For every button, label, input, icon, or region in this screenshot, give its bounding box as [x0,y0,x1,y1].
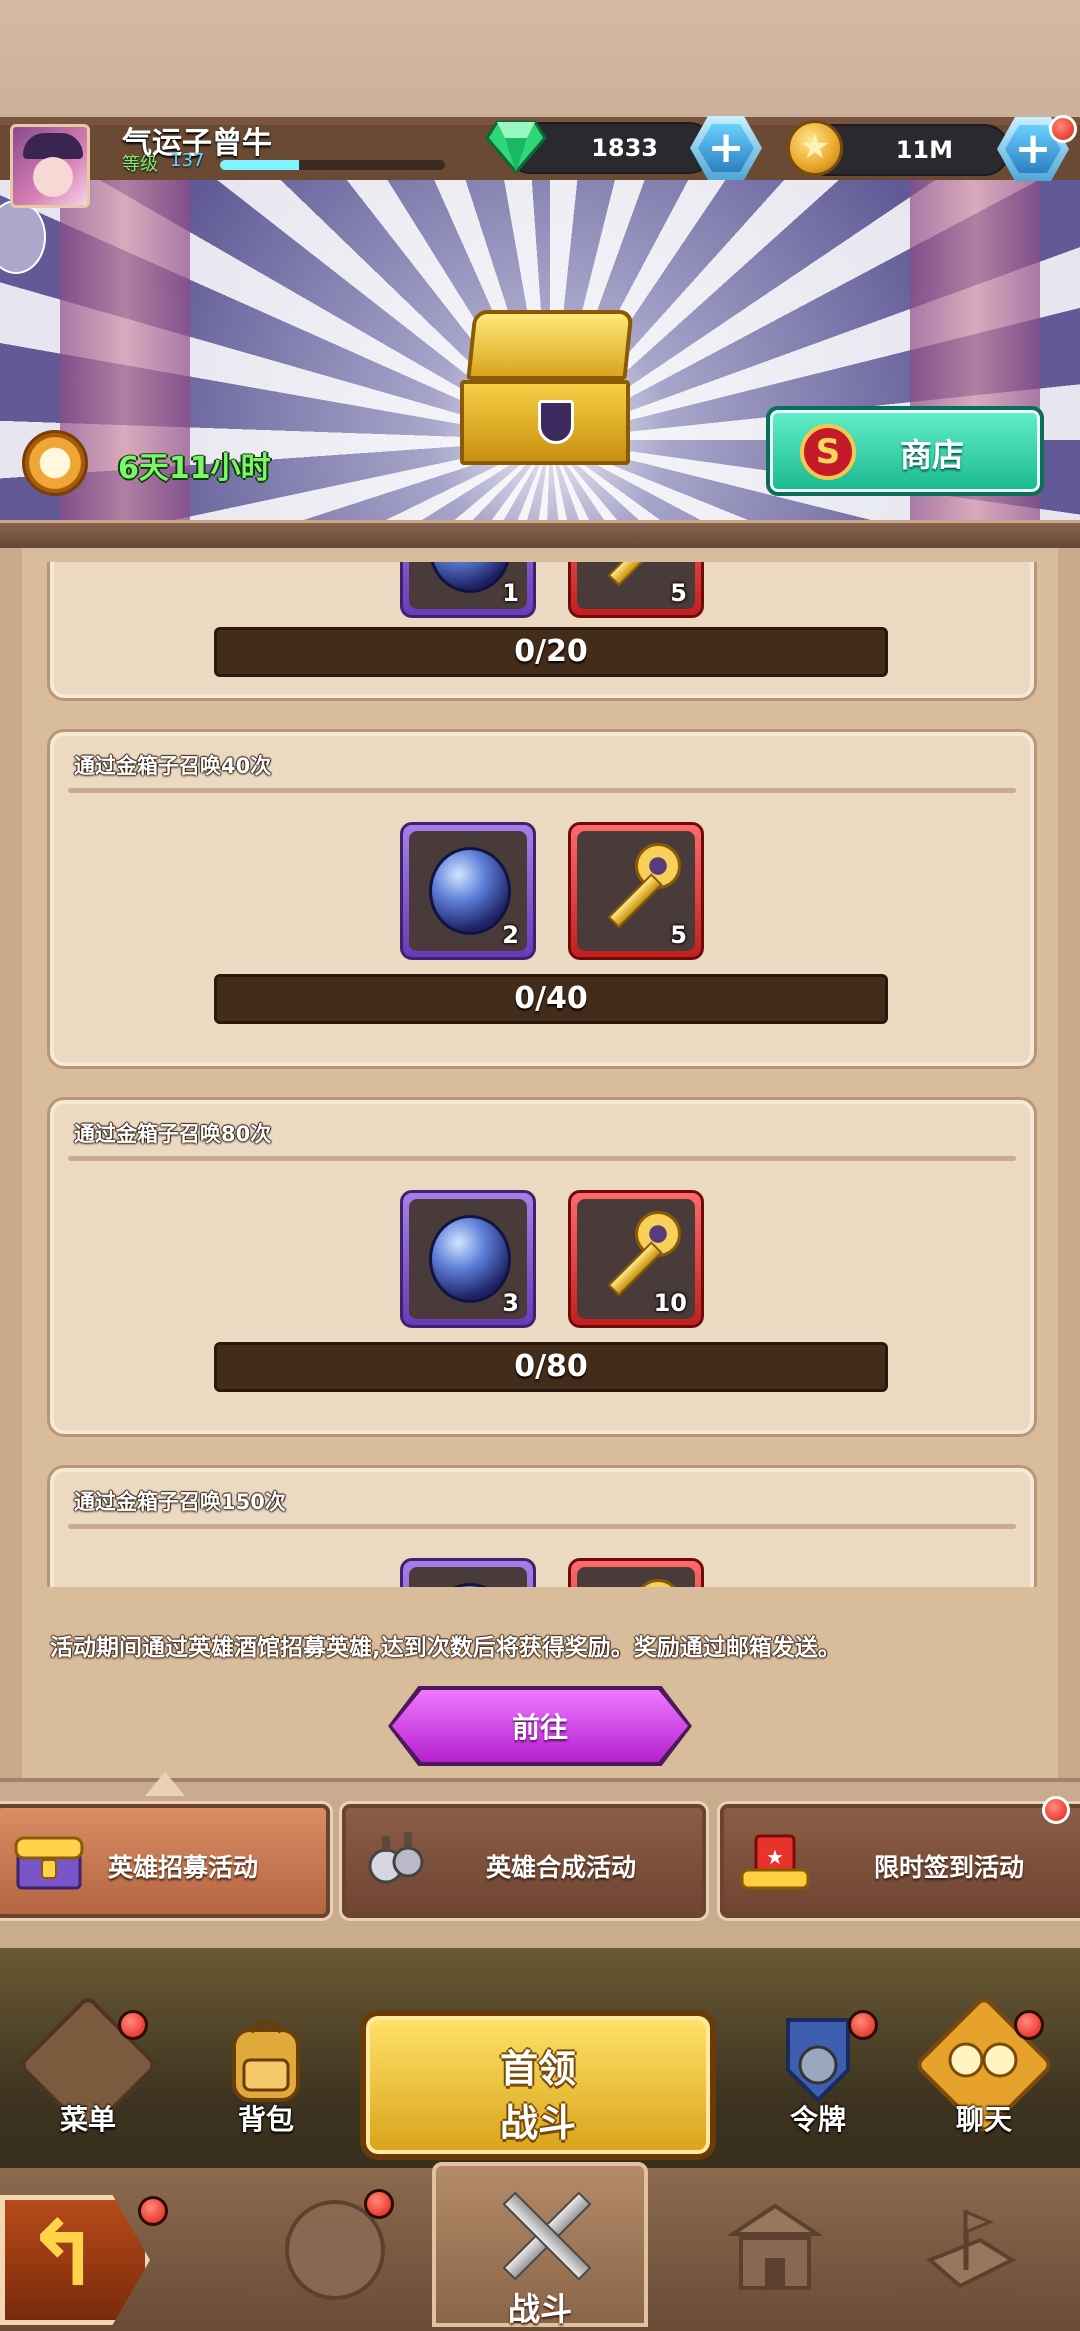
chat-icon [948,2042,1018,2078]
hero-fusion-icon [368,1832,424,1884]
moon-orb-icon [429,562,511,593]
nav-temple-button[interactable] [700,2185,840,2325]
divider [68,788,1016,793]
boss-label-line1: 首领 [499,2047,576,2091]
treasure-chest-icon [14,1836,84,1890]
gem-icon [485,120,547,174]
reward-moon-orb[interactable]: 2 [400,822,536,960]
reward-qty: 1 [502,579,519,607]
boss-battle-button[interactable]: 首领 战斗 [360,2010,716,2160]
task-title: 通过金箱子召唤40次 [74,754,272,778]
reward-golden-key[interactable]: 10 [568,1190,704,1328]
notification-dot [138,2196,168,2226]
notification-dot [1014,2010,1044,2040]
bag-button[interactable]: 背包 [206,2010,326,2136]
gold-chest-icon [460,310,640,470]
shop-icon: S [800,424,856,480]
moon-orb-icon [429,1583,511,1587]
reward-qty: 10 [653,1289,687,1317]
event-timer: 6天11小时 [118,451,271,486]
crossed-swords-icon [496,2186,592,2282]
gem-amount: 1833 [591,134,658,162]
moon-orb-icon [429,1215,511,1303]
task-card: 通过金箱子召唤150次 [50,1468,1034,1587]
temple-icon [726,2203,824,2290]
badge-label: 令牌 [789,2103,846,2136]
level-label: 等级 [122,154,158,175]
badge-button[interactable]: 令牌 [758,2010,878,2136]
bag-label: 背包 [237,2103,294,2136]
reward-qty: 3 [502,1289,519,1317]
reward-golden-key[interactable]: 5 [568,562,704,618]
reward-moon-orb[interactable] [400,1558,536,1587]
notification-dot [364,2189,394,2219]
task-progress: 0/20 [214,627,888,677]
notification-dot [848,2010,878,2040]
task-list[interactable]: 1 5 0/20 通过金箱子召唤40次 2 5 0/40 通过金箱子召唤80次 … [40,562,1038,1587]
chat-button[interactable]: 聊天 [913,1994,1055,2136]
player-avatar[interactable] [10,124,90,208]
divider [68,1156,1016,1161]
tab-label: 英雄招募活动 [108,1853,259,1882]
boss-label-line2: 战斗 [499,2101,576,2145]
tab-timed-checkin[interactable]: ★ 限时签到活动 [720,1804,1080,1918]
task-progress: 0/40 [214,974,888,1024]
map-flag-icon [926,2209,1017,2289]
menu-label: 菜单 [59,2103,116,2136]
coin-icon: ★ [787,120,843,176]
tab-hero-recruit[interactable]: 英雄招募活动 [0,1804,330,1918]
task-title: 通过金箱子召唤80次 [74,1122,272,1146]
task-card: 通过金箱子召唤40次 2 5 0/40 [50,732,1034,1066]
divider [68,1524,1016,1529]
gift-box-icon: ★ [740,1834,810,1890]
reward-moon-orb[interactable]: 3 [400,1190,536,1328]
golden-key-icon [595,1579,685,1587]
top-strip [0,0,1080,125]
tab-hero-fusion[interactable]: 英雄合成活动 [342,1804,706,1918]
tab-label: 英雄合成活动 [486,1853,637,1882]
reward-golden-key[interactable] [568,1558,704,1587]
task-card: 通过金箱子召唤80次 3 10 0/80 [50,1100,1034,1434]
xp-fill [220,160,299,170]
tab-label: 限时签到活动 [874,1853,1025,1882]
reward-moon-orb[interactable]: 1 [400,562,536,618]
go-label: 前往 [511,1711,568,1744]
moon-orb-icon [429,847,511,935]
menu-button[interactable]: 菜单 [17,1994,159,2136]
task-card: 1 5 0/20 [50,562,1034,698]
nav-helmet-button[interactable] [260,2185,400,2325]
event-description: 活动期间通过英雄酒馆招募英雄,达到次数后将获得奖励。奖励通过邮箱发送。 [50,1635,841,1661]
reward-golden-key[interactable]: 5 [568,822,704,960]
nav-map-button[interactable] [895,2185,1035,2325]
xp-bar [220,160,445,170]
task-progress: 0/80 [214,1342,888,1392]
notification-dot [1042,1796,1070,1824]
shop-label: 商店 [900,436,965,474]
chat-label: 聊天 [955,2103,1012,2136]
stopwatch-icon [22,430,88,496]
svg-text:★: ★ [766,1845,784,1869]
reward-qty: 2 [502,921,519,949]
battle-label: 战斗 [507,2290,572,2328]
notification-dot [1049,115,1077,143]
back-arrow-icon: ↰ [25,2202,101,2307]
backpack-icon [232,2019,300,2102]
go-button[interactable]: 前往 [392,1690,688,1762]
coin-amount: 11M [895,136,953,164]
nav-battle-tab[interactable]: 战斗 [432,2162,648,2328]
reward-qty: 5 [670,921,687,949]
level-value: 137 [170,150,205,171]
notification-dot [118,2010,148,2040]
task-title: 通过金箱子召唤150次 [74,1490,286,1514]
shop-button[interactable]: S 商店 [766,406,1044,496]
reward-qty: 5 [670,579,687,607]
